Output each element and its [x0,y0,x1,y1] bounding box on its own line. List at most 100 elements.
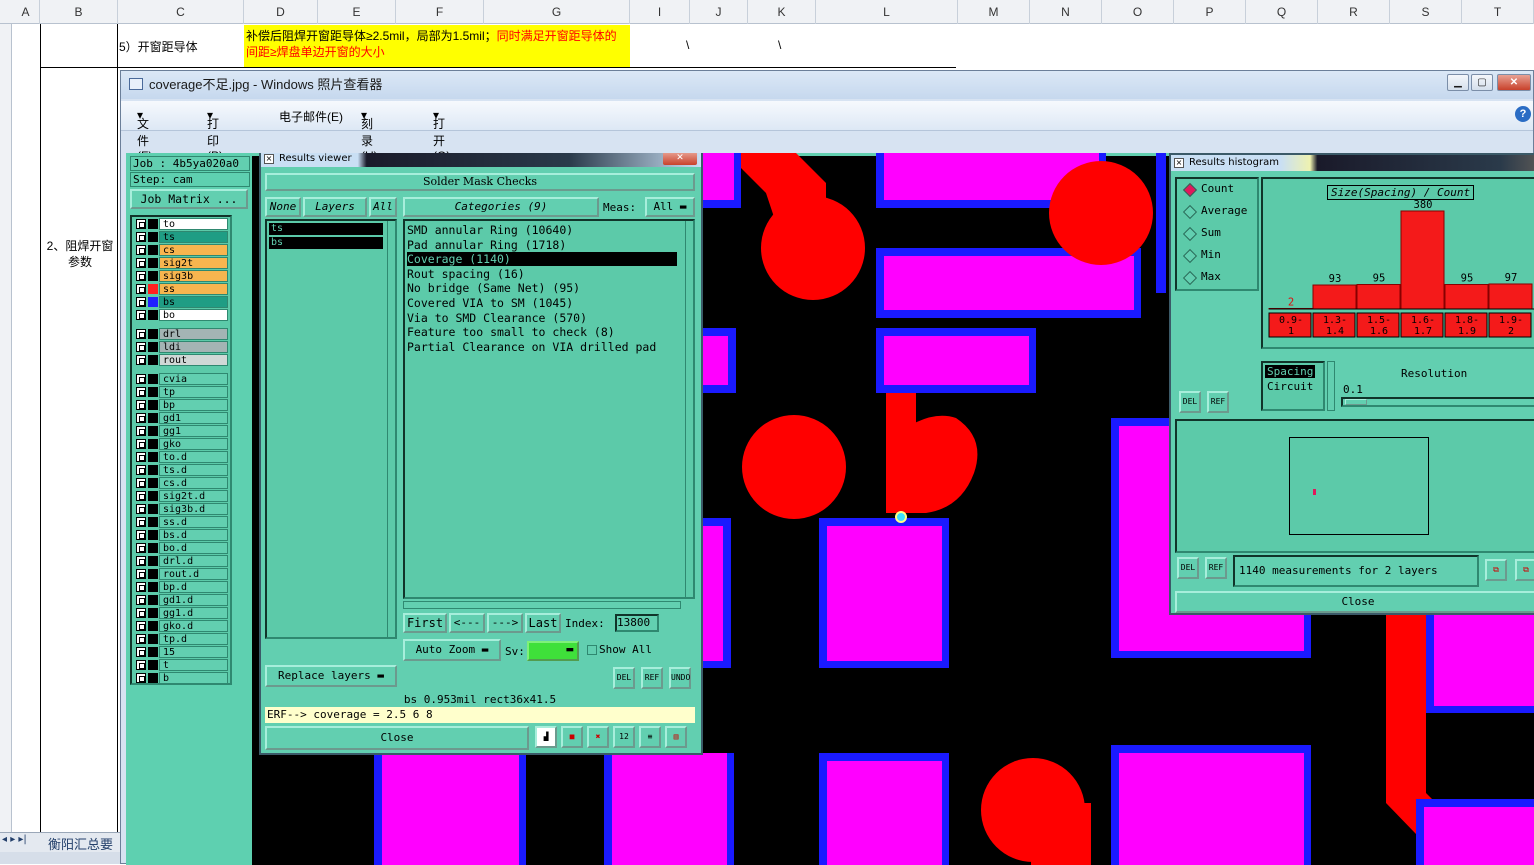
layer-row-bo-d[interactable]: bo.d [132,542,228,554]
category-item[interactable]: Coverage (1140) [407,252,677,267]
replace-layers-dropdown[interactable]: Replace layers ▬ [265,665,397,687]
layer-row-sig2t-d[interactable]: sig2t.d [132,490,228,502]
layer-row-sig3b-d[interactable]: sig3b.d [132,503,228,515]
layer-row-tp-d[interactable]: tp.d [132,633,228,645]
layer-checkbox[interactable] [136,634,146,644]
mode-radio-max[interactable] [1182,270,1198,286]
layer-row-bp[interactable]: bp [132,399,228,411]
category-item[interactable]: Via to SMD Clearance (570) [407,311,587,325]
result-layer-ts[interactable]: ts [269,223,383,235]
layer-list-scrollbar[interactable] [387,221,395,637]
menu-burn[interactable]: 刻录(U) ▾ [361,108,378,163]
histogram-close-x-icon[interactable]: × [1174,158,1184,168]
layer-row-t[interactable]: t [132,659,228,671]
record-tool-icon[interactable]: ■ [561,726,583,748]
results-viewer-close-button[interactable]: ✕ [663,153,697,165]
category-list-scrollbar[interactable] [685,221,693,597]
results-viewer-close-x-icon[interactable]: × [264,154,274,164]
none-button[interactable]: None [265,197,301,217]
category-hscroll[interactable] [403,601,681,609]
menu-file[interactable]: 文件(F) ▾ [137,108,152,163]
category-item[interactable]: SMD annular Ring (10640) [407,223,573,237]
layer-row-cvia[interactable]: cvia [132,373,228,385]
layer-checkbox[interactable] [136,439,146,449]
histogram-bar[interactable] [1488,283,1533,310]
excel-column-o[interactable]: O [1102,0,1174,24]
sheet-tab[interactable]: 衡阳汇总要 [48,834,113,853]
layer-row-sig3b[interactable]: sig3b [132,270,228,282]
excel-column-r[interactable]: R [1318,0,1390,24]
layer-checkbox[interactable] [136,582,146,592]
layer-checkbox[interactable] [136,232,146,242]
excel-column-b[interactable]: B [40,0,118,24]
layer-checkbox[interactable] [136,478,146,488]
excel-column-k[interactable]: K [748,0,816,24]
layer-row-to[interactable]: to [132,218,228,230]
histogram-bar[interactable] [1400,210,1445,310]
layer-row-drl-d[interactable]: drl.d [132,555,228,567]
chart-tool-icon[interactable]: ▥ [665,726,687,748]
result-layer-bs[interactable]: bs [269,237,383,249]
layer-checkbox[interactable] [136,465,146,475]
menu-email[interactable]: 电子邮件(E) [279,108,343,125]
category-item[interactable]: Feature too small to check (8) [407,325,615,339]
job-matrix-button[interactable]: Job Matrix ... [130,189,248,209]
mode-radio-min[interactable] [1182,248,1198,264]
prev-button[interactable]: <--- [449,613,485,633]
excel-column-j[interactable]: J [690,0,748,24]
last-button[interactable]: Last [525,613,561,633]
layer-checkbox[interactable] [136,543,146,553]
layer-checkbox[interactable] [136,491,146,501]
close-window-button[interactable]: ✕ [1497,74,1531,91]
mode-radio-average[interactable] [1182,204,1198,220]
all-layers-button[interactable]: All [369,197,397,217]
meas-dropdown[interactable]: All ▬ [645,197,695,217]
layer-row-drl[interactable]: drl [132,328,228,340]
results-close-button[interactable]: Close [265,726,529,750]
show-all-checkbox[interactable] [587,645,597,655]
layer-row-bo[interactable]: bo [132,309,228,321]
layer-checkbox[interactable] [136,245,146,255]
spacing-scrollbar[interactable] [1327,361,1335,411]
menu-open[interactable]: 打开(O) ▾ [433,108,450,163]
histogram-bar[interactable] [1312,284,1357,310]
layer-checkbox[interactable] [136,556,146,566]
layer-checkbox[interactable] [136,284,146,294]
mode-radio-sum[interactable] [1182,226,1198,242]
excel-column-m[interactable]: M [958,0,1030,24]
count-tool-icon[interactable]: 12 [613,726,635,748]
excel-column-g[interactable]: G [484,0,630,24]
layer-checkbox[interactable] [136,647,146,657]
filter-tool-icon[interactable]: ✖ [587,726,609,748]
layer-checkbox[interactable] [136,400,146,410]
layers-button[interactable]: Layers [303,197,367,217]
excel-cell-d[interactable]: 补偿后阻焊开窗距导体≥2.5mil，局部为1.5mil；同时满足开窗距导体的间距… [244,25,630,67]
resolution-slider[interactable] [1341,397,1534,407]
excel-cell-c[interactable]: 5）开窗距导体 [119,38,198,55]
layer-checkbox[interactable] [136,608,146,618]
sheet-nav-arrows[interactable]: ◂ ▸ ▸| [2,834,27,845]
layer-row-cs[interactable]: cs [132,244,228,256]
excel-column-t[interactable]: T [1462,0,1534,24]
excel-cell-b[interactable]: 2、阻焊开窗参数 [46,238,114,270]
layer-checkbox[interactable] [136,355,146,365]
excel-column-f[interactable]: F [396,0,484,24]
layer-checkbox[interactable] [136,258,146,268]
layer-checkbox[interactable] [136,452,146,462]
summary-ref-button[interactable]: REF [1205,557,1227,579]
layer-row-cs-d[interactable]: cs.d [132,477,228,489]
layer-checkbox[interactable] [136,342,146,352]
category-item[interactable]: Partial Clearance on VIA drilled pad [407,340,656,354]
layer-checkbox[interactable] [136,374,146,384]
undo-button[interactable]: UNDO [669,667,691,689]
layer-row-gko-d[interactable]: gko.d [132,620,228,632]
ref-button[interactable]: REF [641,667,663,689]
sv-color-dropdown[interactable]: ▬ [527,641,579,661]
layer-row-bs-d[interactable]: bs.d [132,529,228,541]
categories-button[interactable]: Categories (9) [403,197,599,217]
layer-checkbox[interactable] [136,426,146,436]
circuit-option[interactable]: Circuit [1265,380,1315,393]
layer-row-rout-d[interactable]: rout.d [132,568,228,580]
excel-cell-i[interactable]: \ [686,38,689,52]
category-item[interactable]: No bridge (Same Net) (95) [407,281,580,295]
